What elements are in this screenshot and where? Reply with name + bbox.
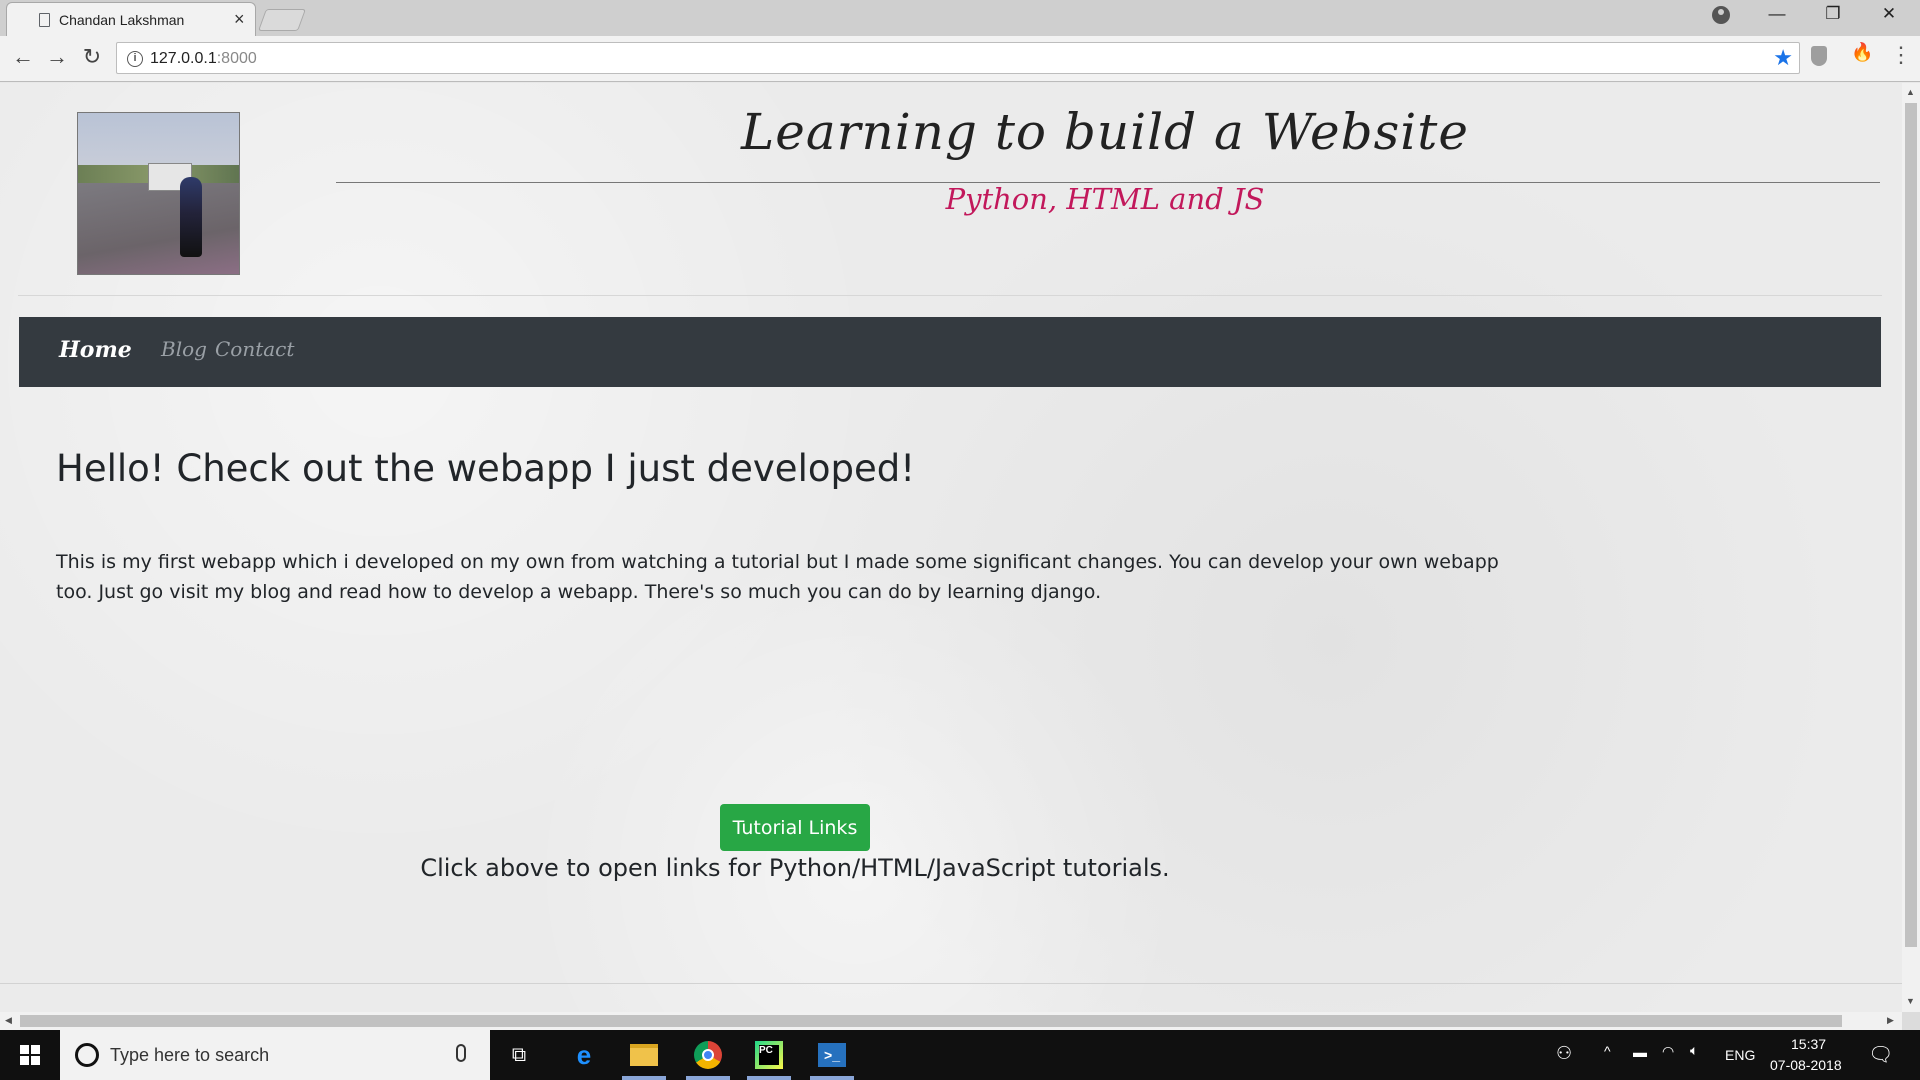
powershell-active-indicator (810, 1076, 854, 1080)
site-navbar: Home Blog Contact (19, 317, 1881, 387)
battery-icon[interactable]: ▬ (1633, 1044, 1647, 1060)
file-explorer-icon[interactable] (627, 1038, 661, 1072)
page-viewport: Learning to build a Website Python, HTML… (0, 83, 1902, 1012)
browser-tabstrip: Chandan Lakshman × — ❐ ✕ (0, 0, 1920, 36)
chrome-active-indicator (686, 1076, 730, 1080)
cortana-icon (75, 1043, 99, 1067)
notifications-icon[interactable]: 🗨︎ (1868, 1042, 1893, 1067)
horizontal-scroll-thumb[interactable] (20, 1015, 1842, 1027)
document-icon (39, 13, 50, 27)
header-divider (18, 295, 1882, 296)
back-icon[interactable]: ← (10, 44, 36, 70)
language-indicator[interactable]: ENG (1725, 1047, 1755, 1063)
nav-blog-link[interactable]: Blog (161, 337, 207, 361)
task-view-icon[interactable]: ⧉ (502, 1038, 536, 1072)
explorer-active-indicator (622, 1076, 666, 1080)
address-bar[interactable]: i 127.0.0.1:8000 ★ (116, 42, 1800, 74)
bookmark-star-icon[interactable]: ★ (1773, 45, 1793, 71)
restore-icon[interactable]: ❐ (1821, 4, 1845, 24)
browser-tab[interactable]: Chandan Lakshman × (6, 2, 256, 36)
fire-extension-icon[interactable]: 🔥 (1851, 42, 1873, 63)
volume-icon[interactable]: 🔈︎ (1690, 1042, 1698, 1059)
microphone-icon[interactable] (456, 1044, 466, 1062)
clock-time[interactable]: 15:37 (1791, 1036, 1826, 1052)
vertical-scroll-thumb[interactable] (1905, 103, 1917, 947)
scroll-corner (1902, 1012, 1920, 1030)
profile-photo (77, 112, 240, 275)
scroll-down-icon[interactable]: ▼ (1906, 996, 1915, 1006)
forward-icon[interactable]: → (44, 44, 70, 70)
scroll-left-icon[interactable]: ◀ (5, 1015, 12, 1026)
close-window-icon[interactable]: ✕ (1877, 4, 1901, 24)
nav-contact-link[interactable]: Contact (215, 337, 294, 361)
nav-home-link[interactable]: Home (59, 337, 132, 363)
chrome-icon[interactable] (691, 1038, 725, 1072)
tab-title: Chandan Lakshman (59, 12, 185, 28)
start-button[interactable] (0, 1030, 60, 1080)
site-subtitle: Python, HTML and JS (945, 182, 1265, 216)
new-tab-button[interactable] (257, 9, 307, 31)
scroll-right-icon[interactable]: ▶ (1887, 1015, 1894, 1026)
profile-icon[interactable] (1712, 6, 1730, 24)
tutorial-caption: Click above to open links for Python/HTM… (420, 854, 1170, 882)
browser-toolbar: ← → ↻ i 127.0.0.1:8000 ★ 🔥 ⋮ (0, 36, 1920, 82)
windows-logo-icon (20, 1045, 29, 1054)
url-text[interactable]: 127.0.0.1:8000 (150, 50, 257, 68)
footer-divider (0, 983, 1902, 984)
windows-taskbar: Type here to search ⧉ e PC >_ ⚇ ^ ▬ ◠ 🔈︎… (0, 1030, 1920, 1080)
reload-icon[interactable]: ↻ (79, 44, 105, 70)
horizontal-scrollbar[interactable]: ◀ ▶ (0, 1012, 1902, 1030)
clock-date[interactable]: 07-08-2018 (1770, 1057, 1842, 1073)
powershell-icon[interactable]: >_ (815, 1038, 849, 1072)
shield-extension-icon[interactable] (1811, 46, 1827, 66)
pycharm-active-indicator (747, 1076, 791, 1080)
kebab-menu-icon[interactable]: ⋮ (1890, 42, 1912, 68)
intro-paragraph: This is my first webapp which i develope… (56, 551, 1499, 603)
search-placeholder: Type here to search (110, 1045, 270, 1065)
edge-icon[interactable]: e (567, 1038, 601, 1072)
taskbar-search[interactable]: Type here to search (60, 1030, 490, 1080)
tutorial-links-button[interactable]: Tutorial Links (720, 804, 870, 851)
minimize-icon[interactable]: — (1765, 4, 1789, 24)
people-icon[interactable]: ⚇ (1556, 1043, 1572, 1064)
site-title: Learning to build a Website (741, 103, 1469, 161)
close-tab-icon[interactable]: × (234, 9, 245, 30)
page-heading: Hello! Check out the webapp I just devel… (56, 447, 916, 490)
scroll-up-icon[interactable]: ▲ (1906, 87, 1915, 97)
info-icon[interactable]: i (127, 51, 143, 67)
pycharm-icon[interactable]: PC (752, 1038, 786, 1072)
vertical-scrollbar[interactable]: ▲ ▼ (1902, 83, 1920, 1012)
tray-chevron-icon[interactable]: ^ (1604, 1043, 1611, 1059)
network-icon[interactable]: ◠ (1662, 1043, 1674, 1060)
